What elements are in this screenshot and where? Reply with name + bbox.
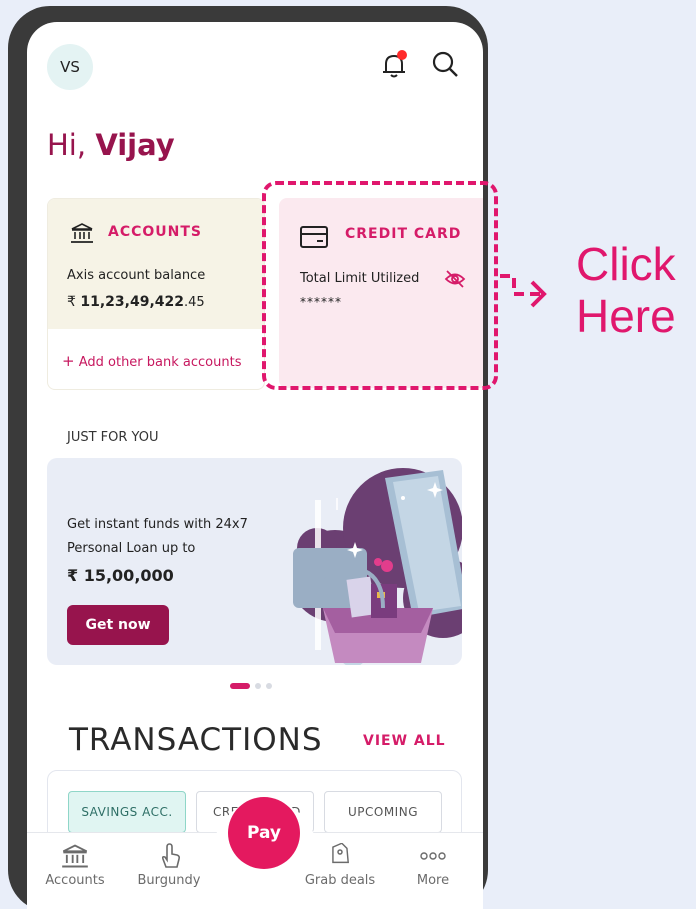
tab-accounts-label: Accounts (45, 873, 105, 888)
callout-line-1: Click (576, 238, 676, 290)
add-bank-accounts-link[interactable]: + Add other bank accounts (62, 352, 241, 370)
tap-hand-icon (161, 843, 181, 868)
account-balance: ₹ 11,23,49,422.45 (67, 294, 205, 310)
tag-icon (332, 843, 349, 864)
get-now-button[interactable]: Get now (67, 605, 169, 645)
pay-button[interactable]: Pay (228, 797, 300, 869)
accounts-card[interactable]: ACCOUNTS Axis account balance ₹ 11,23,49… (47, 198, 265, 390)
user-name: Vijay (95, 128, 175, 162)
tab-savings-account[interactable]: SAVINGS ACC. (68, 791, 186, 833)
plus-icon: + (62, 352, 75, 370)
carousel-dot[interactable] (230, 683, 250, 689)
tab-grab-deals-label: Grab deals (304, 873, 376, 888)
balance-main: 11,23,49,422 (80, 294, 185, 310)
arrow-right-icon (500, 274, 547, 308)
notification-bell-icon[interactable] (380, 50, 408, 80)
callout-line-2: Here (576, 290, 676, 342)
search-icon[interactable] (431, 50, 459, 78)
phone-frame: VS Hi, Vijay ACCOUNTS Axis account balan… (8, 6, 488, 909)
carousel-dot[interactable] (255, 683, 261, 689)
tab-upcoming[interactable]: UPCOMING (324, 791, 442, 833)
add-bank-accounts-label: Add other bank accounts (78, 355, 242, 370)
balance-decimal: .45 (184, 295, 205, 310)
promo-text: Get instant funds with 24x7 Personal Loa… (67, 517, 248, 556)
shopping-bag-illustration (293, 468, 462, 665)
highlight-dashed-box (262, 181, 498, 390)
more-dots-icon (420, 852, 446, 860)
view-all-link[interactable]: VIEW ALL (363, 733, 446, 749)
tab-burgundy[interactable]: Burgundy (129, 843, 209, 888)
promo-banner[interactable]: Get instant funds with 24x7 Personal Loa… (47, 458, 462, 665)
balance-label: Axis account balance (67, 268, 206, 283)
promo-amount: ₹ 15,00,000 (67, 566, 174, 585)
carousel-dot[interactable] (266, 683, 272, 689)
bank-icon (62, 844, 88, 868)
tab-burgundy-label: Burgundy (137, 873, 201, 888)
section-heading-just-for-you: JUST FOR YOU (67, 430, 159, 445)
accounts-title: ACCOUNTS (108, 224, 203, 240)
avatar[interactable]: VS (47, 44, 93, 90)
greeting: Hi, Vijay (47, 128, 175, 162)
tab-accounts[interactable]: Accounts (35, 843, 115, 888)
currency-symbol: ₹ (67, 294, 76, 310)
tab-more-label: More (416, 873, 450, 888)
app-screen: VS Hi, Vijay ACCOUNTS Axis account balan… (27, 22, 483, 909)
callout-text: Click Here (576, 238, 676, 342)
greeting-prefix: Hi, (47, 128, 87, 162)
tab-more[interactable]: More (393, 843, 473, 888)
bank-icon (71, 223, 93, 243)
transactions-title: TRANSACTIONS (69, 722, 323, 758)
carousel-indicator[interactable] (230, 682, 272, 690)
